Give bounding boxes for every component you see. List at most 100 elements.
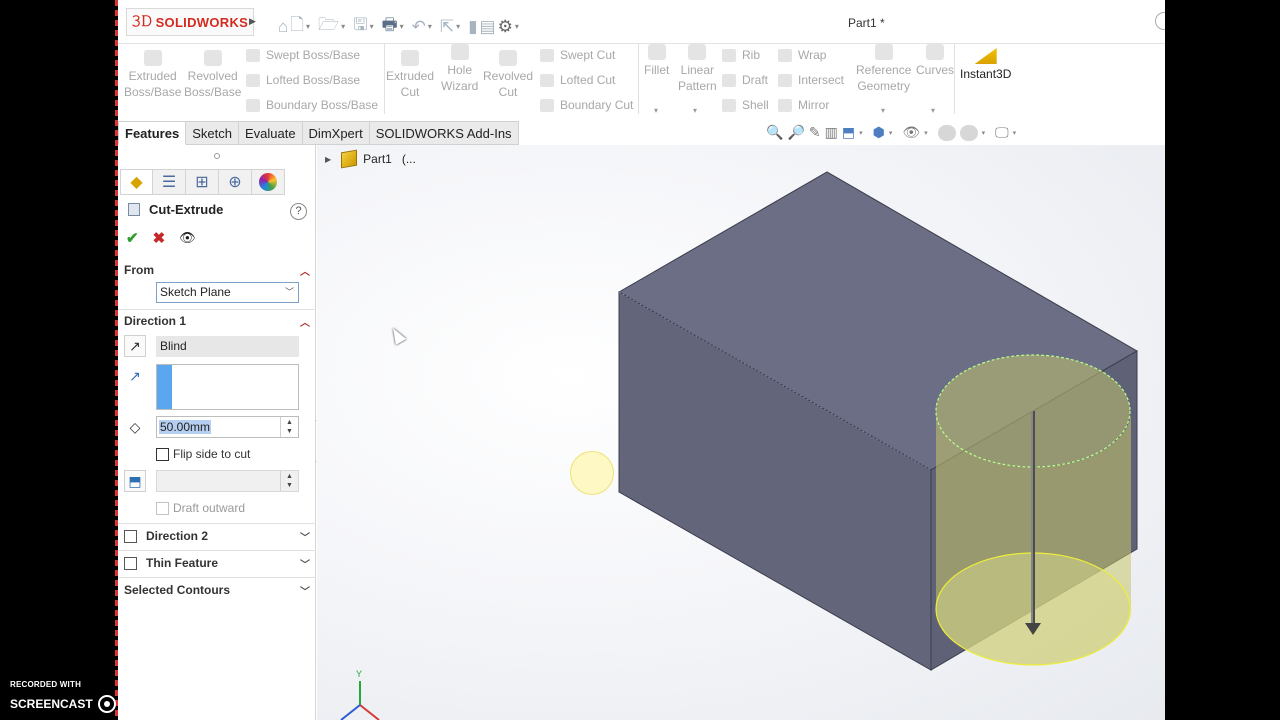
display-manager-tab-icon[interactable] (252, 169, 285, 195)
zoom-to-fit-icon[interactable]: 🔍 (766, 124, 783, 141)
boundary-cut-button[interactable]: Boundary Cut (540, 98, 633, 112)
draft-button[interactable]: Draft (722, 73, 768, 87)
open-folder-icon[interactable]: 🗁 (318, 12, 339, 41)
mirror-button[interactable]: Mirror (778, 98, 829, 112)
solidworks-logo[interactable]: 𝟹𝙳 SOLIDWORKS (126, 8, 254, 36)
select-dropdown-icon[interactable]: ▾ (456, 22, 460, 31)
extruded-cut-button[interactable]: Extruded Cut (386, 50, 434, 100)
reverse-direction-icon[interactable]: ↗ (124, 335, 146, 357)
select-icon[interactable]: ⇱ (440, 17, 454, 37)
end-condition-select[interactable]: Blind (156, 336, 299, 357)
new-dropdown-icon[interactable]: ▾ (306, 22, 310, 31)
collapse-chevron-icon[interactable]: ︿ (300, 263, 310, 278)
depth-input[interactable]: 50.00mm ▲ ▼ (156, 416, 299, 438)
tab-features[interactable]: Features (118, 121, 187, 145)
thin-feature-group-header[interactable]: Thin Feature ﹀ (124, 552, 312, 574)
home-icon[interactable]: ⌂ (278, 17, 288, 37)
curves-button[interactable]: Curves (916, 44, 954, 78)
hide-show-dropdown-icon[interactable]: ▾ (924, 129, 928, 137)
lofted-boss-button[interactable]: Lofted Boss/Base (246, 73, 360, 87)
open-dropdown-icon[interactable]: ▾ (341, 22, 345, 31)
direction-vector-selection-box[interactable] (156, 364, 299, 410)
ok-check-icon[interactable]: ✔ (126, 229, 139, 247)
apply-scene-icon[interactable] (959, 124, 978, 141)
lofted-cut-button[interactable]: Lofted Cut (540, 73, 615, 87)
preview-eye-icon[interactable]: 👁 (179, 230, 196, 246)
tab-dimxpert[interactable]: DimXpert (302, 121, 370, 145)
configuration-manager-tab-icon[interactable]: ⊞ (186, 169, 219, 195)
draft-angle-input[interactable]: ▲ ▼ (156, 470, 299, 492)
tab-sketch[interactable]: Sketch (186, 121, 239, 145)
tab-addins[interactable]: SOLIDWORKS Add-Ins (369, 121, 519, 145)
edit-appearance-icon[interactable] (937, 124, 956, 141)
swept-cut-button[interactable]: Swept Cut (540, 48, 615, 62)
display-style-dropdown-icon[interactable]: ▾ (889, 129, 893, 137)
wrap-button[interactable]: Wrap (778, 48, 826, 62)
revolved-boss-base-button[interactable]: Revolved Boss/Base (184, 50, 241, 100)
fillet-dropdown-icon[interactable]: ▾ (654, 106, 658, 115)
selected-contours-group-header[interactable]: Selected Contours ﹀ (124, 579, 312, 601)
expand-chevron-icon[interactable]: ﹀ (300, 583, 310, 598)
direction1-group-header[interactable]: Direction 1 ︿ (124, 310, 312, 332)
curves-dropdown-icon[interactable]: ▾ (931, 106, 935, 115)
rib-button[interactable]: Rib (722, 48, 760, 62)
save-icon[interactable]: 🖫 (353, 12, 367, 41)
options-gear-icon[interactable]: ⚙ (498, 17, 513, 37)
draft-outward-checkbox[interactable]: Draft outward (156, 501, 245, 515)
graphics-area[interactable]: ▶ Part1 (... Y (317, 145, 1165, 720)
zoom-to-area-icon[interactable]: 🔎 (787, 124, 804, 141)
file-properties-icon[interactable]: ▤ (480, 17, 496, 37)
depth-spinner-icon[interactable]: ▲ ▼ (280, 417, 298, 437)
view-settings-dropdown-icon[interactable]: ▾ (1013, 129, 1017, 137)
reference-geometry-dropdown-icon[interactable]: ▾ (881, 106, 885, 115)
instant3d-button[interactable]: Instant3D (960, 48, 1011, 81)
model-viewport[interactable] (317, 145, 1165, 720)
expand-chevron-icon[interactable]: ﹀ (300, 529, 310, 544)
view-orientation-dropdown-icon[interactable]: ▾ (859, 129, 863, 137)
display-style-icon[interactable]: ⬢ (873, 124, 885, 141)
property-manager-tab-icon[interactable]: ☰ (153, 169, 186, 195)
scene-dropdown-icon[interactable]: ▾ (982, 129, 986, 137)
from-select[interactable]: Sketch Plane ﹀ (156, 282, 299, 303)
extruded-boss-base-button[interactable]: Extruded Boss/Base (124, 50, 181, 100)
direction2-group-header[interactable]: Direction 2 ﹀ (124, 525, 312, 547)
hole-wizard-button[interactable]: Hole Wizard (441, 44, 478, 94)
dimxpert-manager-tab-icon[interactable]: ⊕ (219, 169, 252, 195)
help-button[interactable]: ? (290, 203, 307, 220)
intersect-button[interactable]: Intersect (778, 73, 844, 87)
boundary-boss-button[interactable]: Boundary Boss/Base (246, 98, 378, 112)
panel-grip-icon[interactable] (214, 153, 220, 159)
feature-manager-tab-icon[interactable]: ◆ (120, 169, 153, 195)
swept-boss-button[interactable]: Swept Boss/Base (246, 48, 360, 62)
undo-dropdown-icon[interactable]: ▾ (428, 22, 432, 31)
print-icon[interactable]: 🖶 (382, 12, 398, 41)
draft-on-off-icon[interactable]: ⬒ (124, 470, 146, 492)
view-orientation-icon[interactable]: ⬒ (842, 124, 855, 141)
collapse-chevron-icon[interactable]: ︿ (300, 314, 310, 329)
cancel-x-icon[interactable]: ✖ (153, 229, 166, 247)
options-dropdown-icon[interactable]: ▾ (515, 22, 519, 31)
search-help-icon[interactable] (1155, 12, 1165, 30)
pattern-dropdown-icon[interactable]: ▾ (693, 106, 697, 115)
tab-evaluate[interactable]: Evaluate (238, 121, 303, 145)
flip-side-to-cut-checkbox[interactable]: Flip side to cut (156, 447, 250, 461)
reference-geometry-button[interactable]: Reference Geometry (856, 44, 911, 94)
previous-view-icon[interactable]: ✎ (809, 124, 821, 141)
view-settings-icon[interactable]: 🖵 (995, 124, 1009, 141)
save-dropdown-icon[interactable]: ▾ (370, 22, 374, 31)
hide-show-items-icon[interactable]: 👁 (902, 124, 920, 141)
direction2-checkbox[interactable] (124, 529, 137, 543)
fillet-button[interactable]: Fillet (644, 44, 669, 78)
rebuild-icon[interactable]: ▮ (468, 17, 477, 37)
print-dropdown-icon[interactable]: ▾ (400, 22, 404, 31)
expand-chevron-icon[interactable]: ﹀ (300, 556, 310, 571)
revolved-cut-button[interactable]: Revolved Cut (483, 50, 533, 100)
from-group-header[interactable]: From ︿ (124, 259, 312, 281)
thin-feature-checkbox[interactable] (124, 556, 137, 570)
menu-flyout-arrow-icon[interactable]: ▶ (249, 16, 256, 27)
linear-pattern-button[interactable]: Linear Pattern (678, 44, 717, 94)
section-view-icon[interactable]: ▥ (825, 124, 838, 141)
shell-button[interactable]: Shell (722, 98, 769, 112)
undo-icon[interactable]: ↶ (412, 17, 426, 37)
draft-spinner-icon[interactable]: ▲ ▼ (280, 471, 298, 491)
